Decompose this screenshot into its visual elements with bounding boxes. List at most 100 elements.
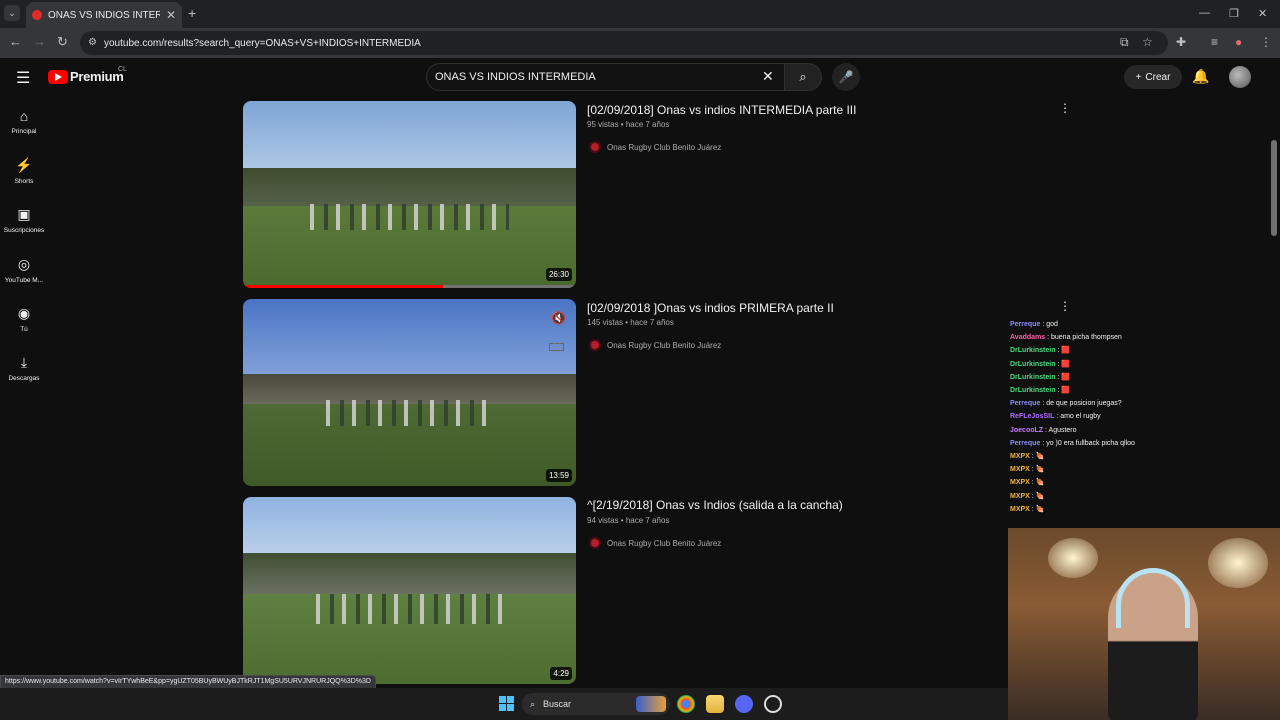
watch-progress-fill xyxy=(243,285,443,288)
chat-text: : 🍖 xyxy=(1031,505,1045,513)
youtube-logo-icon[interactable] xyxy=(48,70,68,84)
captions-icon[interactable]: CC xyxy=(549,343,564,351)
video-title[interactable]: ^[2/19/2018] Onas vs Indios (salida a la… xyxy=(587,498,843,512)
sidebar-item-subscriptions[interactable]: ▣ Suscripciones xyxy=(0,206,48,234)
sidebar-item-principal[interactable]: ⌂ Principal xyxy=(0,108,48,135)
thumbnail-image xyxy=(326,399,493,427)
channel-link[interactable]: Onas Rugby Club Benito Juárez xyxy=(589,537,721,549)
video-title[interactable]: [02/09/2018 ]Onas vs indios PRIMERA part… xyxy=(587,301,834,315)
search-icon: ⌕ xyxy=(799,69,807,84)
minimize-icon[interactable]: — xyxy=(1199,7,1210,19)
clear-search-icon[interactable]: ✕ xyxy=(762,68,774,85)
video-duration: 26:30 xyxy=(545,268,572,281)
chat-username: DrLurkinstein xyxy=(1010,347,1056,355)
notifications-bell-icon[interactable]: 🔔 xyxy=(1192,68,1209,85)
channel-link[interactable]: Onas Rugby Club Benito Juárez xyxy=(589,141,721,153)
sidebar-item-downloads[interactable]: ⤓ Descargas xyxy=(0,354,48,382)
thumbnail-image xyxy=(309,203,510,231)
site-info-icon[interactable]: ⚙ xyxy=(88,37,97,48)
voice-search-button[interactable]: 🎤 xyxy=(832,63,860,91)
address-bar[interactable]: ⚙ youtube.com/results?search_query=ONAS+… xyxy=(80,31,1168,55)
restore-icon[interactable]: ❐ xyxy=(1229,7,1239,20)
channel-link[interactable]: Onas Rugby Club Benito Juárez xyxy=(589,339,721,351)
bookmark-star-icon[interactable]: ☆ xyxy=(1142,35,1153,49)
chat-message: ReFLeJosSIL : amo el rugby xyxy=(1010,410,1280,423)
chat-username: ReFLeJosSIL xyxy=(1010,413,1055,421)
close-window-icon[interactable]: ✕ xyxy=(1258,7,1267,20)
search-button[interactable]: ⌕ xyxy=(784,63,822,91)
media-icon[interactable]: ≡ xyxy=(1211,35,1218,49)
webcam-image xyxy=(1048,538,1098,578)
tab-search-button[interactable]: ⌄ xyxy=(4,5,20,21)
video-meta: 94 vistas • hace 7 años xyxy=(587,516,670,525)
chat-text: : yo )0 era fullback picha qlloo xyxy=(1042,439,1135,447)
account-avatar[interactable] xyxy=(1229,66,1251,88)
taskbar-search-label: Buscar xyxy=(543,699,572,709)
muted-speaker-icon[interactable]: 🔇 xyxy=(551,311,566,325)
profile-icon[interactable]: ● xyxy=(1235,35,1242,49)
chat-message: DrLurkinstein : 🟥 xyxy=(1010,358,1280,371)
new-tab-button[interactable]: + xyxy=(188,5,196,21)
hamburger-menu-icon[interactable]: ☰ xyxy=(16,68,30,88)
plus-icon: + xyxy=(1135,71,1142,83)
scrollbar-thumb[interactable] xyxy=(1271,140,1277,236)
webcam-image xyxy=(1208,538,1268,588)
sidebar-item-shorts[interactable]: ⚡ Shorts xyxy=(0,157,48,185)
thumbnail-image xyxy=(243,553,576,595)
forward-icon[interactable]: → xyxy=(33,34,46,49)
shorts-icon: ⚡ xyxy=(15,157,33,173)
sidebar-item-you[interactable]: ◉ Tú xyxy=(0,305,48,333)
channel-name[interactable]: Onas Rugby Club Benito Juárez xyxy=(607,539,721,548)
taskbar-search[interactable]: ⌕ Buscar xyxy=(522,693,670,715)
video-thumbnail[interactable]: 🔇 CC 13:59 xyxy=(243,299,576,486)
chat-message: DrLurkinstein : 🟥 xyxy=(1010,344,1280,357)
video-title[interactable]: [02/09/2018] Onas vs indios INTERMEDIA p… xyxy=(587,103,856,117)
extensions-icon[interactable]: ✚ xyxy=(1176,35,1186,49)
chat-message: MXPX : 🍖 xyxy=(1010,503,1280,516)
back-icon[interactable]: ← xyxy=(9,34,22,49)
reload-icon[interactable]: ↻ xyxy=(57,34,68,50)
browser-tab[interactable]: ONAS VS INDIOS INTERMEDIA ✕ xyxy=(26,2,182,28)
chat-text: : 🟥 xyxy=(1057,373,1071,381)
chrome-icon[interactable] xyxy=(677,695,695,713)
chat-username: DrLurkinstein xyxy=(1010,360,1056,368)
chat-username: DrLurkinstein xyxy=(1010,373,1056,381)
channel-avatar[interactable] xyxy=(589,537,601,549)
browser-toolbar: ← → ↻ ⚙ youtube.com/results?search_query… xyxy=(0,28,1280,58)
sidebar-item-label: Suscripciones xyxy=(3,227,45,234)
create-button[interactable]: + Crear xyxy=(1124,65,1182,89)
video-duration: 4:29 xyxy=(550,667,572,680)
chat-message: Perreque : yo )0 era fullback picha qllo… xyxy=(1010,437,1280,450)
channel-avatar[interactable] xyxy=(589,339,601,351)
chat-message: MXPX : 🍖 xyxy=(1010,450,1280,463)
menu-dots-icon[interactable]: ⋮ xyxy=(1260,35,1272,49)
search-highlight-image xyxy=(636,696,666,712)
windows-start-icon[interactable] xyxy=(499,696,514,711)
channel-avatar[interactable] xyxy=(589,141,601,153)
premium-wordmark[interactable]: Premium xyxy=(70,69,124,84)
chat-message: MXPX : 🍖 xyxy=(1010,463,1280,476)
sidebar-item-youtube-music[interactable]: ◎ YouTube M... xyxy=(0,256,48,284)
channel-name[interactable]: Onas Rugby Club Benito Juárez xyxy=(607,341,721,350)
obs-icon[interactable] xyxy=(764,695,782,713)
sidebar-item-label: Tú xyxy=(20,326,28,333)
chat-username: MXPX xyxy=(1010,505,1030,513)
chat-text: : amo el rugby xyxy=(1056,413,1101,421)
cast-icon[interactable]: ⧉ xyxy=(1120,35,1129,50)
sidebar-item-label: Principal xyxy=(11,128,37,135)
search-input[interactable]: ONAS VS INDIOS INTERMEDIA xyxy=(426,63,786,91)
video-thumbnail[interactable]: 4:29 xyxy=(243,497,576,684)
webcam-image xyxy=(1116,568,1190,628)
close-tab-icon[interactable]: ✕ xyxy=(166,8,176,22)
video-thumbnail[interactable]: 26:30 xyxy=(243,101,576,288)
discord-icon[interactable] xyxy=(735,695,753,713)
subscriptions-icon: ▣ xyxy=(17,206,31,222)
video-meta: 145 vistas • hace 7 años xyxy=(587,318,674,327)
chat-text: : de que posicion juegas? xyxy=(1042,400,1122,408)
youtube-favicon-icon xyxy=(32,10,42,20)
channel-name[interactable]: Onas Rugby Club Benito Juárez xyxy=(607,143,721,152)
file-explorer-icon[interactable] xyxy=(706,695,724,713)
more-actions-icon[interactable]: ⋮ xyxy=(1059,299,1071,313)
more-actions-icon[interactable]: ⋮ xyxy=(1059,101,1071,115)
link-status-url: https://www.youtube.com/watch?v=vIrTYwhB… xyxy=(0,675,376,689)
